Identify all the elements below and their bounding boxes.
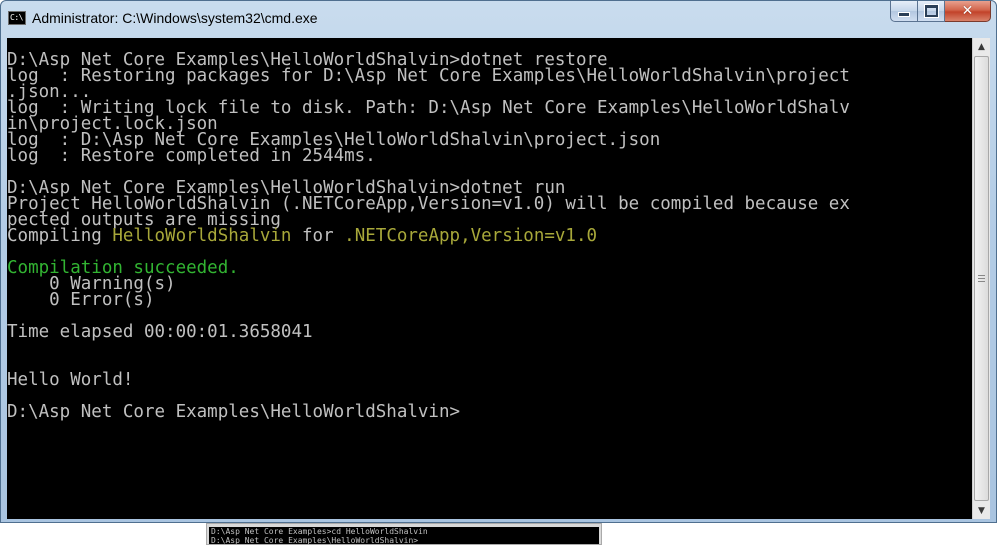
cmd-window: C:\ Administrator: C:\Windows\system32\c…	[0, 0, 997, 523]
close-button[interactable]: ✕	[945, 1, 991, 22]
background-cmd-window[interactable]: D:\Asp Net Core Examples>cd HelloWorldSh…	[206, 523, 602, 545]
console-area[interactable]: D:\Asp Net Core Examples\HelloWorldShalv…	[7, 38, 990, 519]
background-line-1: D:\Asp Net Core Examples>cd HelloWorldSh…	[211, 527, 428, 536]
console-line: Hello World!	[7, 370, 134, 390]
compile-middle: for	[291, 226, 345, 246]
background-line-2: D:\Asp Net Core Examples\HelloWorldShalv…	[211, 536, 419, 544]
console-line: 0 Error(s)	[7, 290, 155, 310]
title-bar[interactable]: C:\ Administrator: C:\Windows\system32\c…	[1, 1, 996, 37]
console-line: log : Restoring packages for D:\Asp Net …	[7, 66, 850, 86]
vertical-scrollbar[interactable]: ▲ ▼	[972, 38, 990, 519]
caption-buttons: ✕	[890, 1, 991, 22]
scroll-up-icon[interactable]: ▲	[973, 38, 990, 55]
maximize-icon	[923, 4, 939, 18]
console-line: log : Restore completed in 2544ms.	[7, 146, 376, 166]
compile-prefix: Compiling	[7, 226, 113, 246]
compile-framework: .NETCoreApp,Version=v1.0	[344, 226, 598, 246]
minimize-icon	[898, 11, 910, 17]
console-line: D:\Asp Net Core Examples\HelloWorldShalv…	[7, 402, 461, 422]
close-icon: ✕	[961, 3, 974, 19]
minimize-button[interactable]	[890, 1, 918, 22]
grip-line	[978, 281, 985, 282]
window-title: Administrator: C:\Windows\system32\cmd.e…	[32, 10, 318, 26]
grip-line	[978, 275, 985, 276]
console-output[interactable]: D:\Asp Net Core Examples\HelloWorldShalv…	[7, 52, 968, 519]
compile-project: HelloWorldShalvin	[112, 226, 292, 246]
scroll-down-icon[interactable]: ▼	[973, 502, 990, 519]
cmd-app-icon[interactable]: C:\	[8, 11, 26, 25]
scroll-thumb[interactable]	[974, 56, 989, 501]
maximize-button[interactable]	[918, 1, 945, 22]
console-line: Time elapsed 00:00:01.3658041	[7, 322, 313, 342]
console-line: Compiling HelloWorldShalvin for .NETCore…	[7, 226, 968, 246]
grip-line	[978, 278, 985, 279]
background-console-output: D:\Asp Net Core Examples>cd HelloWorldSh…	[209, 527, 599, 544]
